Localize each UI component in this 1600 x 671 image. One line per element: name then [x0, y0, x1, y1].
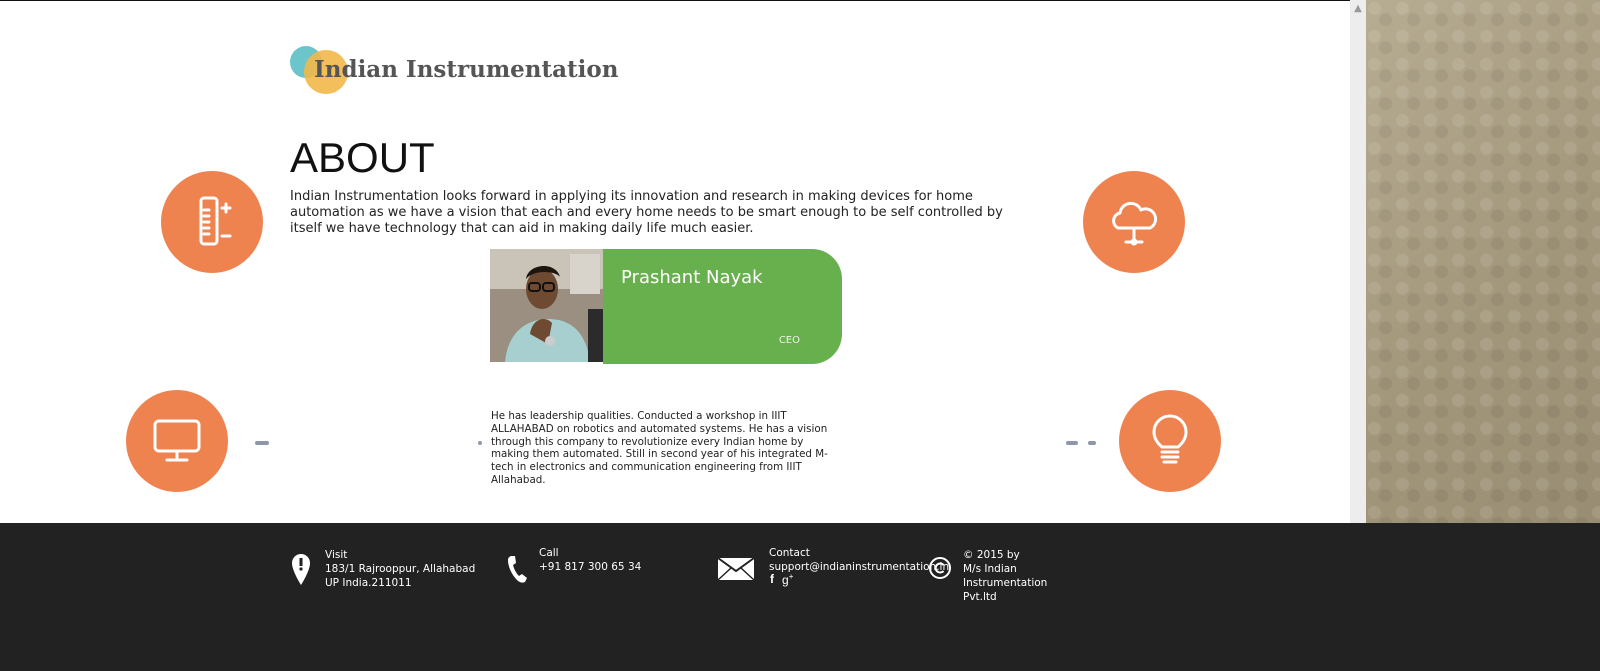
copyright-icon [929, 557, 951, 579]
visit-address-line1: 183/1 Rajrooppur, Allahabad [325, 563, 476, 575]
cloud-icon [1112, 201, 1158, 246]
contact-label: Contact [769, 547, 810, 559]
scroll-up-icon[interactable]: ▲ [1353, 4, 1363, 14]
team-member-panel: Prashant Nayak CEO [603, 249, 842, 364]
call-number[interactable]: +91 817 300 65 34 [539, 560, 641, 574]
decorative-dash [478, 441, 482, 445]
decorative-dash [1066, 441, 1078, 445]
about-title: ABOUT [290, 134, 435, 181]
footer-contact: Contact support@indianinstrumentation.in [769, 546, 949, 574]
thermometer-feature [161, 171, 263, 273]
site-logo[interactable]: Indian Instrumentation [290, 44, 618, 96]
copyright-line3: Instrumentation [963, 577, 1048, 589]
visit-address-line2: UP India.211011 [325, 577, 412, 589]
team-member-bio: He has leadership qualities. Conducted a… [491, 410, 828, 486]
decorative-dash [1088, 441, 1096, 445]
footer-call: Call +91 817 300 65 34 [539, 546, 641, 574]
contact-email[interactable]: support@indianinstrumentation.in [769, 560, 949, 574]
lightbulb-icon [1152, 414, 1188, 464]
map-pin-icon [292, 554, 310, 585]
footer-visit: Visit 183/1 Rajrooppur, Allahabad UP Ind… [325, 548, 475, 590]
monitor-icon [153, 419, 201, 462]
team-member-name: Prashant Nayak [621, 267, 763, 288]
monitor-feature [126, 390, 228, 492]
visit-label: Visit [325, 549, 348, 561]
copyright-line4: Pvt.ltd [963, 591, 997, 603]
team-member-role: CEO [778, 335, 800, 346]
social-links: f g+ [770, 572, 793, 587]
copyright-line1: © 2015 by [963, 549, 1020, 561]
copyright-line2: M/s Indian [963, 563, 1017, 575]
phone-icon [508, 556, 527, 583]
lightbulb-feature [1119, 390, 1221, 492]
thermometer-icon [199, 196, 232, 246]
google-plus-icon[interactable]: g+ [782, 572, 793, 587]
decorative-dash [255, 441, 269, 445]
call-label: Call [539, 547, 559, 559]
cloud-feature [1083, 171, 1185, 273]
team-member-photo [490, 249, 603, 362]
footer-copyright: © 2015 by M/s Indian Instrumentation Pvt… [963, 548, 1047, 604]
logo-text: Indian Instrumentation [314, 56, 619, 83]
about-description: Indian Instrumentation looks forward in … [290, 189, 1003, 236]
facebook-icon[interactable]: f [770, 572, 774, 587]
team-member-card: Prashant Nayak CEO [490, 249, 842, 364]
envelope-icon [717, 557, 755, 581]
